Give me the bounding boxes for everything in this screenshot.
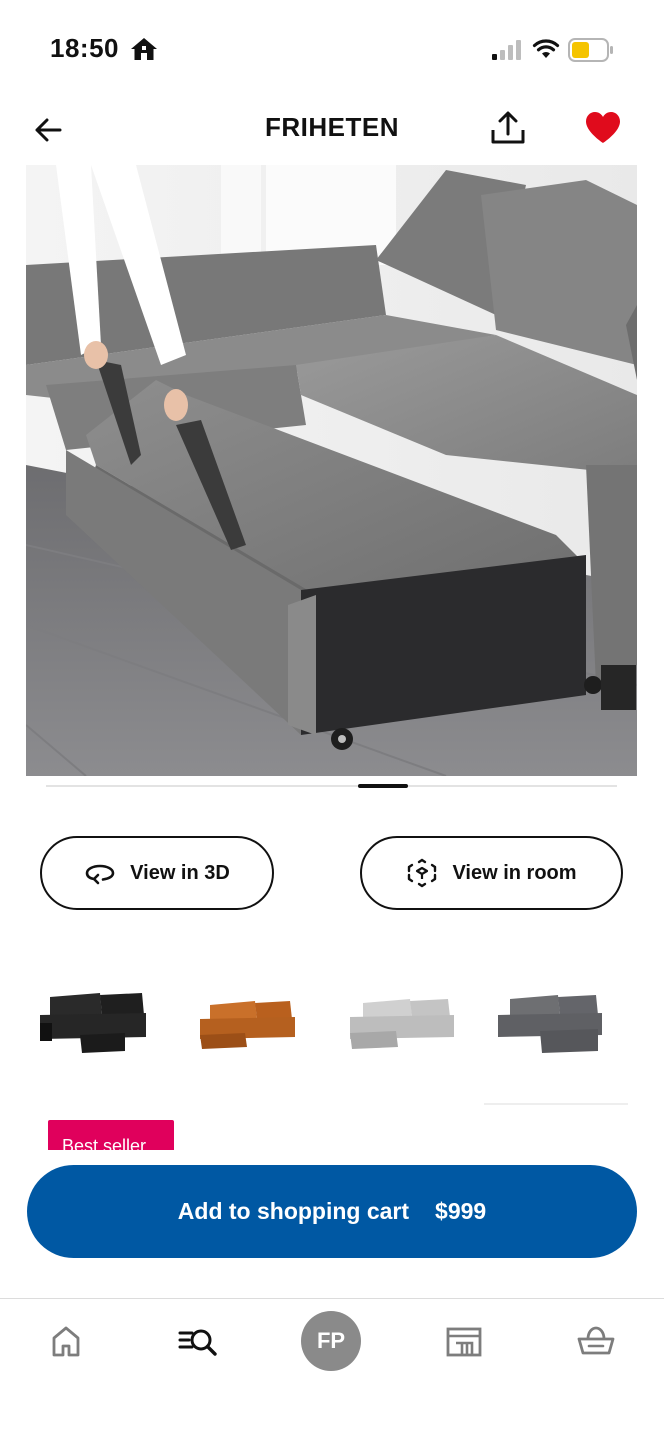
- add-to-cart-button[interactable]: Add to shopping cart $999: [27, 1165, 637, 1258]
- carousel-active-thumb: [358, 784, 408, 788]
- status-time: 18:50: [50, 33, 119, 63]
- variant-orange-sofa[interactable]: [185, 975, 315, 1075]
- cart-price: $999: [435, 1198, 487, 1224]
- view-in-3d-button[interactable]: View in 3D: [40, 836, 274, 910]
- battery-icon: [568, 38, 613, 62]
- ar-cube-icon: [408, 858, 437, 888]
- view-in-3d-label: View in 3D: [130, 861, 230, 884]
- variant-selected-indicator: [482, 975, 628, 1105]
- home-icon[interactable]: [46, 1321, 86, 1361]
- search-icon[interactable]: [178, 1321, 218, 1361]
- signal-icon: [492, 40, 521, 60]
- view-in-room-label: View in room: [452, 861, 577, 884]
- variant-light-gray-sofa[interactable]: [338, 975, 468, 1075]
- image-carousel-indicator: [46, 784, 617, 788]
- store-icon[interactable]: [444, 1321, 484, 1361]
- variant-black-sofa[interactable]: [30, 975, 160, 1075]
- wifi-icon: [532, 39, 560, 58]
- color-variant-list: [30, 975, 630, 1105]
- product-image-sofa[interactable]: [26, 165, 637, 776]
- share-icon[interactable]: [488, 108, 528, 148]
- heart-favorite-icon[interactable]: [584, 110, 622, 146]
- page-title: FRIHETEN: [265, 112, 399, 142]
- bottom-navigation: FP: [0, 1298, 664, 1440]
- best-seller-badge: Best seller: [48, 1120, 174, 1150]
- rotate-3d-icon: [85, 864, 115, 885]
- status-bar: 18:50: [0, 0, 664, 100]
- home-status-icon: [131, 38, 157, 60]
- profile-avatar[interactable]: FP: [301, 1311, 361, 1371]
- add-to-cart-label: Add to shopping cart: [177, 1198, 410, 1224]
- shopping-basket-icon[interactable]: [576, 1321, 616, 1361]
- product-header: FRIHETEN: [0, 100, 664, 160]
- view-in-room-button[interactable]: View in room: [360, 836, 623, 910]
